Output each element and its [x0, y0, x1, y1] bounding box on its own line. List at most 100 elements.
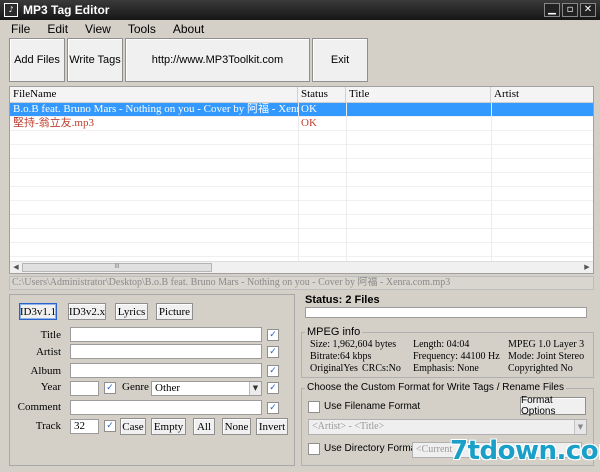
case-button[interactable]: Case	[120, 418, 146, 435]
all-button[interactable]: All	[193, 418, 215, 435]
chevron-down-icon[interactable]: ▼	[249, 382, 261, 395]
comment-checkbox[interactable]: ✓	[267, 402, 279, 414]
row-artist	[491, 117, 595, 131]
mpeg-frequency: Frequency: 44100 Hz	[413, 351, 500, 362]
genre-value: Other	[155, 382, 181, 394]
add-files-button[interactable]: Add Files	[9, 38, 65, 82]
chevron-down-icon[interactable]: ▼	[574, 420, 586, 434]
artist-input[interactable]	[70, 344, 262, 359]
column-filename[interactable]: FileName	[10, 87, 298, 103]
minimize-button[interactable]: ▁	[544, 3, 560, 17]
tab-lyrics[interactable]: Lyrics	[115, 303, 148, 320]
album-checkbox[interactable]: ✓	[267, 365, 279, 377]
mpeg-original: OriginalYes	[310, 363, 358, 374]
close-button[interactable]: ✕	[580, 3, 596, 17]
mpeg-info-group: MPEG info Size: 1,962,604 bytes Length: …	[301, 326, 594, 378]
row-status: OK	[301, 103, 317, 115]
mpeg-crcs: CRCs:No	[362, 363, 401, 374]
tab-id3v1[interactable]: ID3v1.1	[19, 303, 57, 320]
menu-edit[interactable]: Edit	[37, 22, 75, 36]
status-label: Status: 2 Files	[305, 294, 380, 306]
menu-tools[interactable]: Tools	[118, 22, 163, 36]
column-artist[interactable]: Artist	[491, 87, 595, 103]
empty-row	[10, 215, 593, 229]
use-filename-label: Use Filename Format	[324, 401, 421, 412]
row-artist	[491, 103, 595, 117]
grid-line	[491, 103, 492, 261]
album-input[interactable]	[70, 363, 262, 378]
comment-input[interactable]	[70, 400, 262, 415]
genre-select[interactable]: Other ▼	[151, 381, 262, 396]
column-status[interactable]: Status	[298, 87, 346, 103]
website-link-button[interactable]: http://www.MP3Toolkit.com	[125, 38, 310, 82]
site-watermark: 7tdown.com	[450, 436, 600, 466]
title-checkbox[interactable]: ✓	[267, 329, 279, 341]
column-title[interactable]: Title	[346, 87, 491, 103]
exit-button[interactable]: Exit	[312, 38, 368, 82]
year-label: Year	[40, 381, 61, 393]
file-path-display: C:\Users\Administrator\Desktop\B.o.B fea…	[9, 276, 594, 290]
artist-checkbox[interactable]: ✓	[267, 346, 279, 358]
scroll-thumb[interactable]: III	[22, 263, 212, 272]
mpeg-info-title: MPEG info	[305, 326, 363, 338]
row-filename: 堅持-翁立友.mp3	[13, 117, 94, 129]
tag-panel: ID3v1.1 ID3v2.x Lyrics Picture Title ✓ A…	[9, 294, 295, 466]
year-checkbox[interactable]: ✓	[104, 382, 116, 394]
horizontal-scrollbar[interactable]: ◀ III ▶	[10, 261, 593, 273]
mpeg-emphasis: Emphasis: None	[413, 363, 479, 374]
progress-bar	[305, 307, 587, 318]
track-label: Track	[35, 420, 61, 432]
empty-row	[10, 145, 593, 159]
use-directory-label: Use Directory Format	[324, 443, 420, 454]
album-label: Album	[30, 365, 61, 377]
title-input[interactable]	[70, 327, 262, 342]
status-area: Status: 2 Files	[301, 294, 594, 322]
mpeg-length: Length: 04:04	[413, 339, 470, 350]
write-tags-button[interactable]: Write Tags	[67, 38, 123, 82]
file-list-header: FileName Status Title Artist	[10, 87, 593, 103]
title-label: Title	[40, 329, 61, 341]
empty-row	[10, 159, 593, 173]
tab-id3v2[interactable]: ID3v2.x	[68, 303, 106, 320]
table-row[interactable]: 堅持-翁立友.mp3 OK	[10, 117, 593, 131]
mpeg-version: MPEG 1.0 Layer 3	[508, 339, 585, 350]
filename-format-value: <Artist> - <Title>	[312, 421, 385, 432]
empty-row	[10, 201, 593, 215]
app-icon: ♪	[4, 3, 18, 17]
track-input[interactable]: 32	[70, 419, 99, 434]
row-title	[346, 117, 491, 131]
invert-button[interactable]: Invert	[256, 418, 288, 435]
menu-file[interactable]: File	[0, 22, 37, 36]
use-directory-checkbox[interactable]	[308, 443, 320, 455]
maximize-button[interactable]: ▫	[562, 3, 578, 17]
mpeg-mode: Mode: Joint Stereo	[508, 351, 585, 362]
scroll-right-icon[interactable]: ▶	[581, 262, 593, 273]
format-options-button[interactable]: Format Options	[520, 395, 586, 417]
file-list[interactable]: FileName Status Title Artist B.o.B feat.…	[9, 86, 594, 274]
grip-icon: III	[114, 264, 120, 270]
row-filename: B.o.B feat. Bruno Mars - Nothing on you …	[13, 103, 298, 115]
empty-row	[10, 131, 593, 145]
scroll-left-icon[interactable]: ◀	[10, 262, 22, 273]
empty-row	[10, 229, 593, 243]
genre-label: Genre	[122, 381, 149, 393]
empty-row	[10, 173, 593, 187]
menu-view[interactable]: View	[75, 22, 118, 36]
genre-checkbox[interactable]: ✓	[267, 382, 279, 394]
grid-line	[298, 103, 299, 261]
directory-format-value: <Current	[416, 444, 453, 455]
use-filename-checkbox[interactable]	[308, 401, 320, 413]
menu-about[interactable]: About	[163, 22, 211, 36]
empty-button[interactable]: Empty	[151, 418, 186, 435]
window-title: MP3 Tag Editor	[23, 3, 110, 17]
mpeg-bitrate: Bitrate:64 kbps	[310, 351, 372, 362]
empty-row	[10, 243, 593, 257]
row-title	[346, 103, 491, 117]
none-button[interactable]: None	[222, 418, 251, 435]
year-input[interactable]	[70, 381, 99, 396]
tab-picture[interactable]: Picture	[156, 303, 193, 320]
grid-line	[346, 103, 347, 261]
track-checkbox[interactable]: ✓	[104, 420, 116, 432]
filename-format-select[interactable]: <Artist> - <Title> ▼	[308, 419, 587, 435]
table-row[interactable]: B.o.B feat. Bruno Mars - Nothing on you …	[10, 103, 593, 117]
